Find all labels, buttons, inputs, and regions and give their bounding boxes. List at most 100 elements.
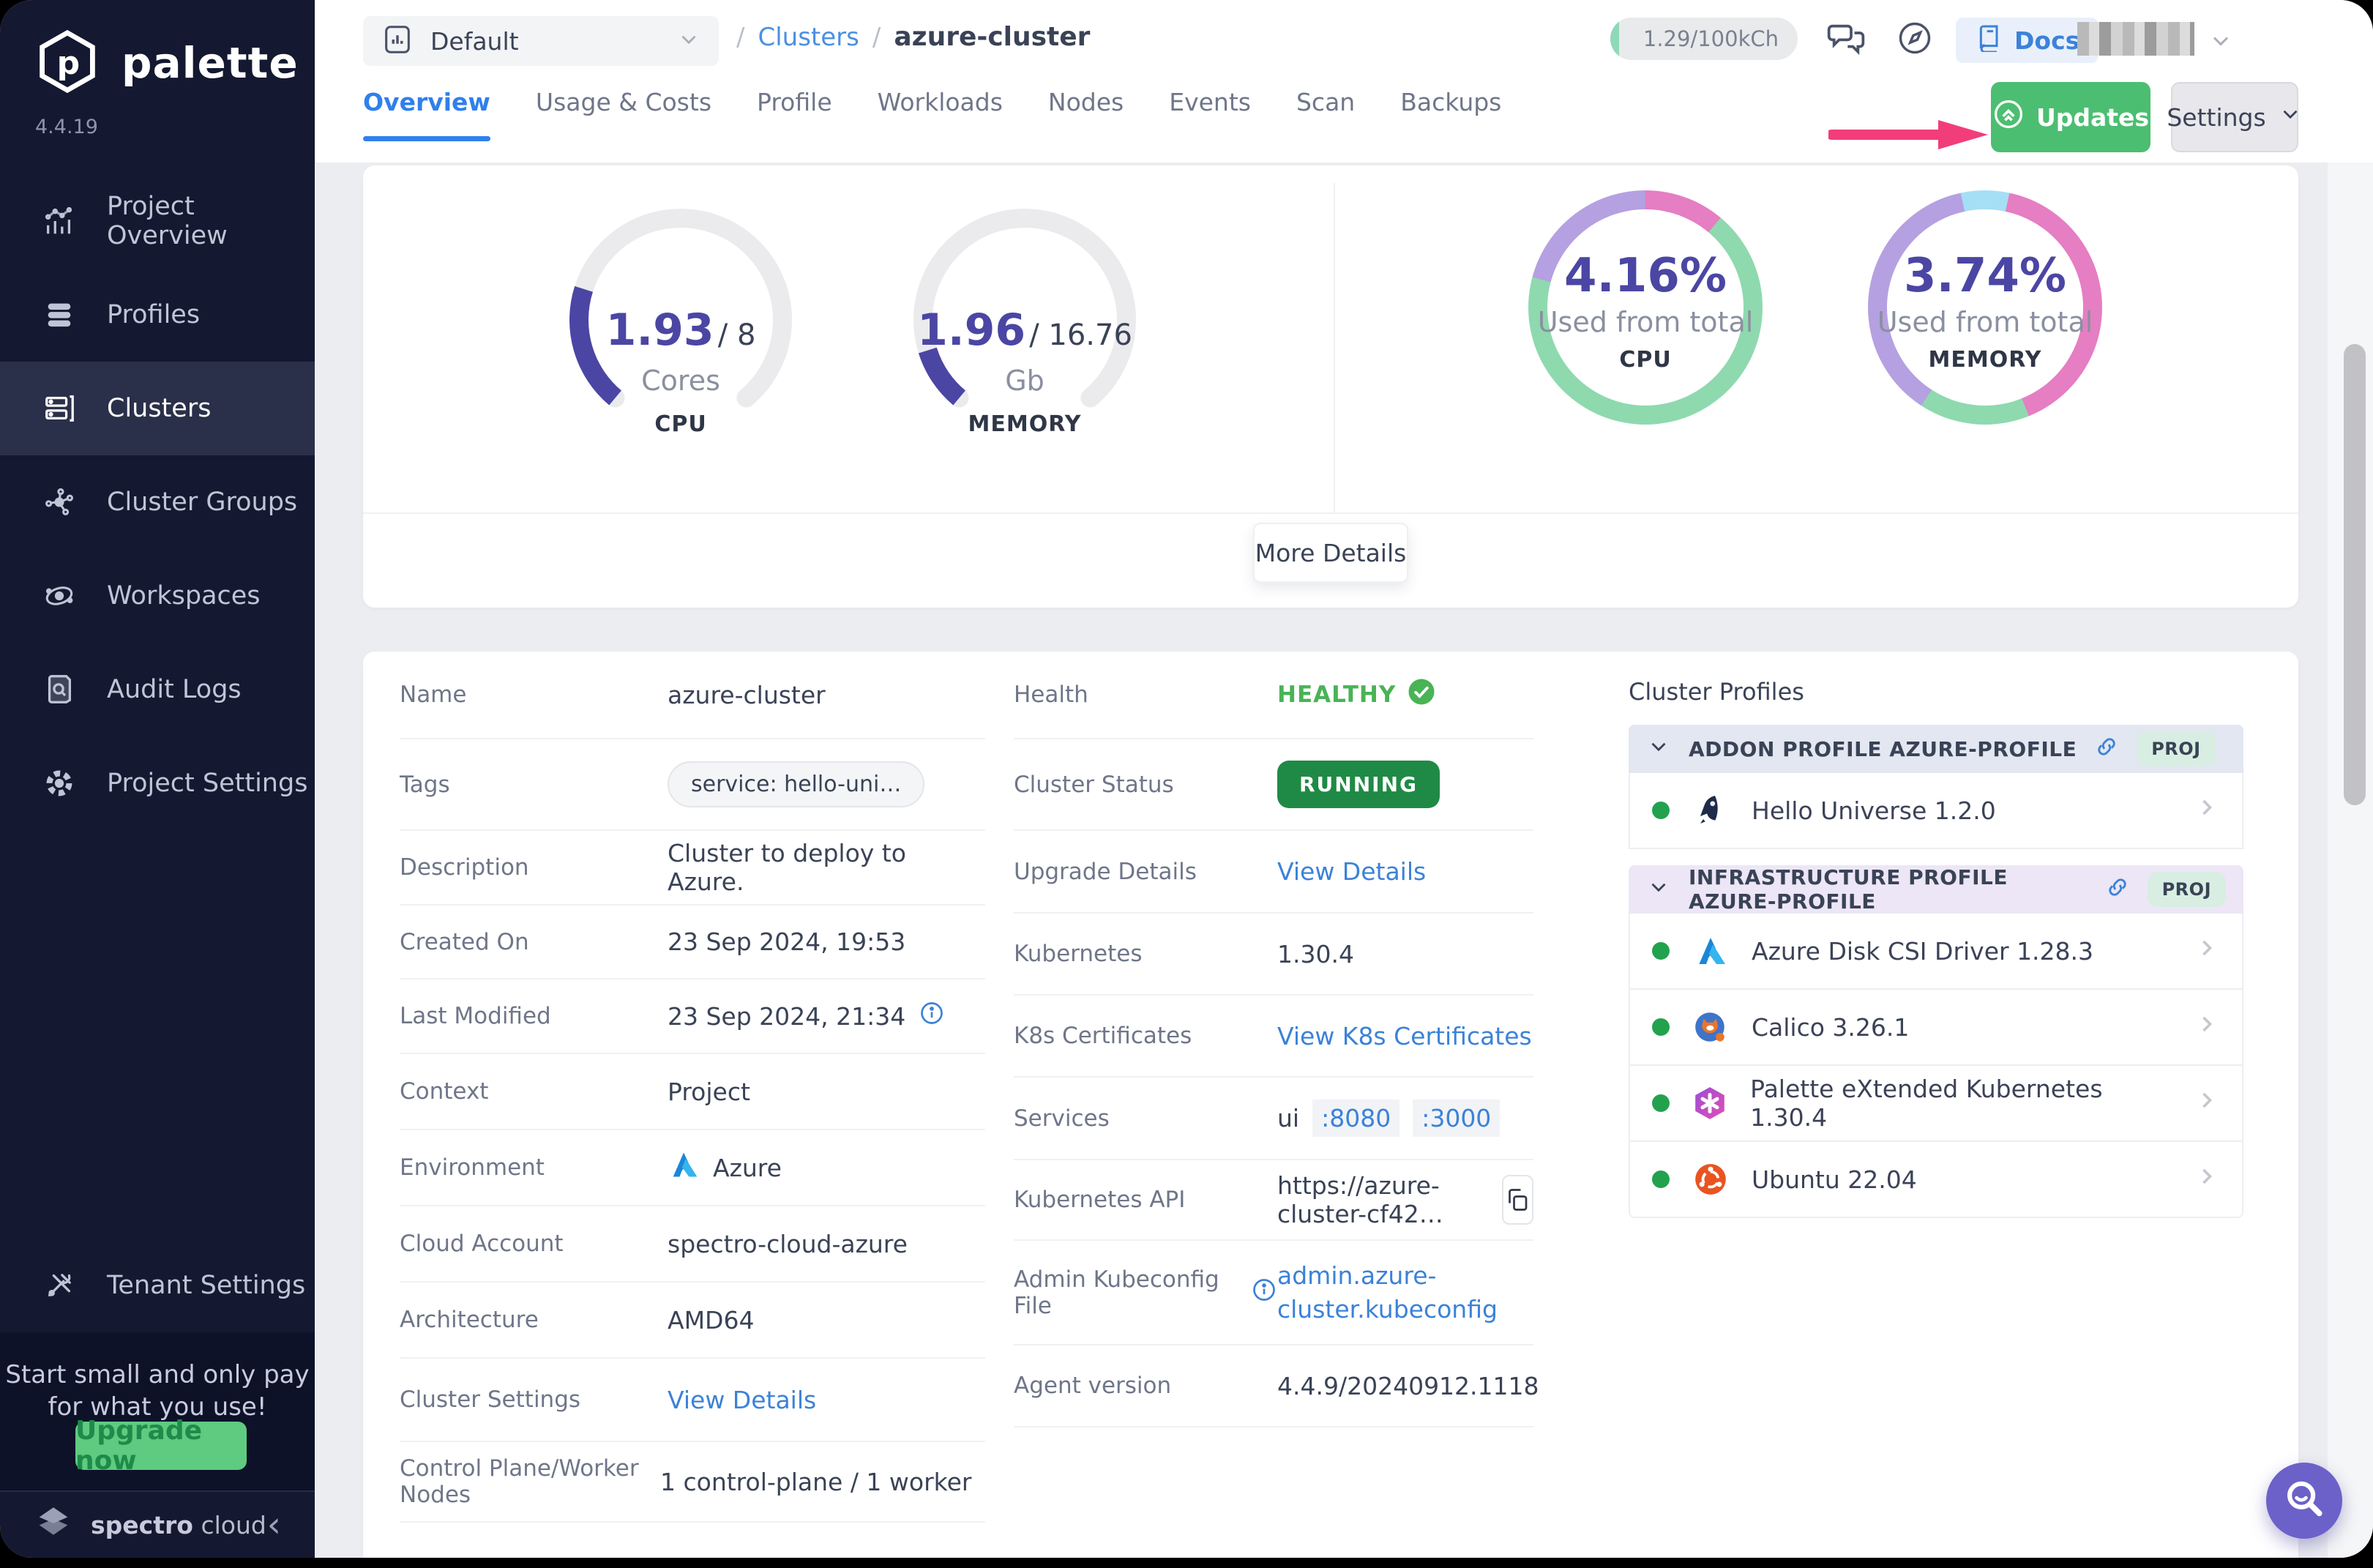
sidebar-item-tenant-settings[interactable]: Tenant Settings: [0, 1239, 315, 1332]
tab-events[interactable]: Events: [1169, 88, 1251, 141]
service-port-link[interactable]: :3000: [1413, 1100, 1500, 1137]
chevron-right-icon: [2194, 1163, 2220, 1195]
updates-button[interactable]: Updates: [1991, 82, 2150, 152]
sidebar-item-clusters[interactable]: Clusters: [0, 362, 315, 455]
project-select[interactable]: Default: [363, 16, 719, 66]
profile-item-azure-csi[interactable]: Azure Disk CSI Driver 1.28.3: [1629, 914, 2243, 990]
memory-gauge-caption: MEMORY: [893, 411, 1156, 437]
detail-row-tags: Tags service: hello-uni…: [400, 739, 985, 831]
tag-pill[interactable]: service: hello-uni…: [668, 761, 924, 807]
status-dot: [1652, 1171, 1670, 1188]
tab-scan[interactable]: Scan: [1296, 88, 1355, 141]
detail-row-kubernetes-api: Kubernetes API https://azure-cluster-cf4…: [1014, 1160, 1533, 1241]
detail-row-nodes: Control Plane/Worker Nodes 1 control-pla…: [400, 1442, 985, 1523]
cluster-settings-link[interactable]: View Details: [668, 1386, 816, 1414]
profile-item-pxk[interactable]: Palette eXtended Kubernetes 1.30.4: [1629, 1066, 2243, 1142]
detail-value: Cluster to deploy to Azure.: [668, 839, 985, 896]
detail-label: Admin Kubeconfig File: [1014, 1266, 1241, 1319]
sidebar-item-audit-logs[interactable]: Audit Logs: [0, 643, 315, 736]
health-status-text: HEALTHY: [1277, 682, 1396, 708]
api-url: https://azure-cluster-cf42…: [1277, 1171, 1480, 1228]
upgrade-promo: Start small and only pay for what you us…: [0, 1332, 315, 1490]
chevron-down-icon: [676, 27, 701, 55]
status-badge: RUNNING: [1277, 761, 1440, 808]
service-port-link[interactable]: :8080: [1312, 1100, 1399, 1137]
profile-item-calico[interactable]: Calico 3.26.1: [1629, 990, 2243, 1066]
brand-logo[interactable]: p palette: [32, 26, 299, 100]
sidebar-item-profiles[interactable]: Profiles: [0, 268, 315, 362]
info-icon[interactable]: [1251, 1277, 1277, 1309]
detail-label: Name: [400, 682, 668, 708]
feedback-button[interactable]: [1823, 16, 1869, 63]
orbit-icon: [41, 578, 78, 614]
breadcrumb: / Clusters / azure-cluster: [736, 22, 1090, 52]
collapse-sidebar-icon[interactable]: ‹: [267, 1504, 281, 1545]
tab-profile[interactable]: Profile: [757, 88, 832, 141]
more-details-button[interactable]: More Details: [1253, 523, 1408, 583]
chevron-down-icon: [1646, 734, 1671, 764]
info-icon[interactable]: [919, 1000, 945, 1032]
service-name: ui: [1277, 1104, 1299, 1132]
scrollbar-thumb[interactable]: [2344, 344, 2366, 805]
user-chevron-down-icon[interactable]: [2208, 28, 2234, 57]
addon-profile-header[interactable]: ADDON PROFILE AZURE-PROFILE PROJ: [1629, 725, 2243, 773]
help-search-fab[interactable]: [2266, 1463, 2342, 1539]
detail-row-services: Services ui :8080 :3000: [1014, 1078, 1533, 1160]
profile-item-name: Ubuntu 22.04: [1752, 1165, 1917, 1194]
detail-label: K8s Certificates: [1014, 1023, 1277, 1049]
status-dot: [1652, 1018, 1670, 1036]
copy-button[interactable]: [1502, 1175, 1533, 1225]
palette-kubernetes-icon: [1692, 1084, 1728, 1122]
chat-icon: [1825, 18, 1866, 61]
cpu-gauge-caption: CPU: [549, 411, 812, 437]
sidebar-item-label: Cluster Groups: [107, 488, 297, 517]
cluster-tabs: Overview Usage & Costs Profile Workloads…: [363, 88, 1501, 141]
settings-button[interactable]: Settings: [2171, 82, 2298, 152]
sidebar-item-workspaces[interactable]: Workspaces: [0, 549, 315, 643]
profile-item-hello-universe[interactable]: Hello Universe 1.2.0: [1629, 773, 2243, 849]
detail-value: 1 control-plane / 1 worker: [660, 1468, 971, 1496]
detail-label: Agent version: [1014, 1373, 1277, 1399]
profile-item-name: Azure Disk CSI Driver 1.28.3: [1752, 937, 2093, 966]
breadcrumb-current: azure-cluster: [894, 22, 1090, 52]
app-version: 4.4.19: [35, 116, 98, 138]
section-title: INFRASTRUCTURE PROFILE AZURE-PROFILE: [1689, 865, 2088, 914]
detail-label: Control Plane/Worker Nodes: [400, 1455, 660, 1508]
user-menu[interactable]: [2077, 22, 2194, 56]
memory-gauge-value: 1.96 / 16.76: [893, 305, 1156, 356]
sidebar-item-project-settings[interactable]: Project Settings: [0, 736, 315, 830]
cluster-profiles-title: Cluster Profiles: [1629, 678, 2243, 706]
metrics-card-footer: More Details: [363, 512, 2298, 609]
detail-row-name: Name azure-cluster: [400, 652, 985, 739]
k8s-certificates-link[interactable]: View K8s Certificates: [1277, 1022, 1532, 1050]
sidebar-item-label: Workspaces: [107, 581, 261, 611]
profile-item-ubuntu[interactable]: Ubuntu 22.04: [1629, 1142, 2243, 1218]
kubeconfig-link[interactable]: admin.azure- cluster.kubeconfig: [1277, 1259, 1498, 1326]
detail-label: Cluster Status: [1014, 772, 1277, 798]
tab-overview[interactable]: Overview: [363, 88, 490, 141]
sidebar-item-project-overview[interactable]: Project Overview: [0, 174, 315, 268]
profile-item-name: Calico 3.26.1: [1752, 1013, 1909, 1042]
sidebar-item-cluster-groups[interactable]: Cluster Groups: [0, 455, 315, 549]
server-icon: [41, 390, 78, 427]
upgrade-now-button[interactable]: Upgrade now: [75, 1422, 247, 1470]
details-left-column: Name azure-cluster Tags service: hello-u…: [400, 652, 985, 1523]
breadcrumb-clusters-link[interactable]: Clusters: [758, 23, 859, 52]
profile-item-name: Palette eXtended Kubernetes 1.30.4: [1750, 1075, 2172, 1132]
detail-label: Architecture: [400, 1307, 668, 1333]
chevron-right-icon: [2194, 1087, 2220, 1119]
infrastructure-profile-header[interactable]: INFRASTRUCTURE PROFILE AZURE-PROFILE PRO…: [1629, 865, 2243, 914]
upgrade-details-link[interactable]: View Details: [1277, 857, 1426, 886]
chevron-right-icon: [2194, 1011, 2220, 1043]
section-title: ADDON PROFILE AZURE-PROFILE: [1689, 737, 2077, 761]
detail-label: Services: [1014, 1105, 1277, 1132]
tab-workloads[interactable]: Workloads: [878, 88, 1003, 141]
book-icon: [1975, 23, 2004, 58]
tab-backups[interactable]: Backups: [1400, 88, 1501, 141]
updates-label: Updates: [2036, 103, 2149, 132]
usage-meter[interactable]: 1.29/100kCh: [1610, 18, 1798, 60]
tab-usage-costs[interactable]: Usage & Costs: [536, 88, 711, 141]
detail-row-created-on: Created On 23 Sep 2024, 19:53: [400, 906, 985, 979]
tab-nodes[interactable]: Nodes: [1048, 88, 1124, 141]
explore-button[interactable]: [1891, 16, 1938, 63]
